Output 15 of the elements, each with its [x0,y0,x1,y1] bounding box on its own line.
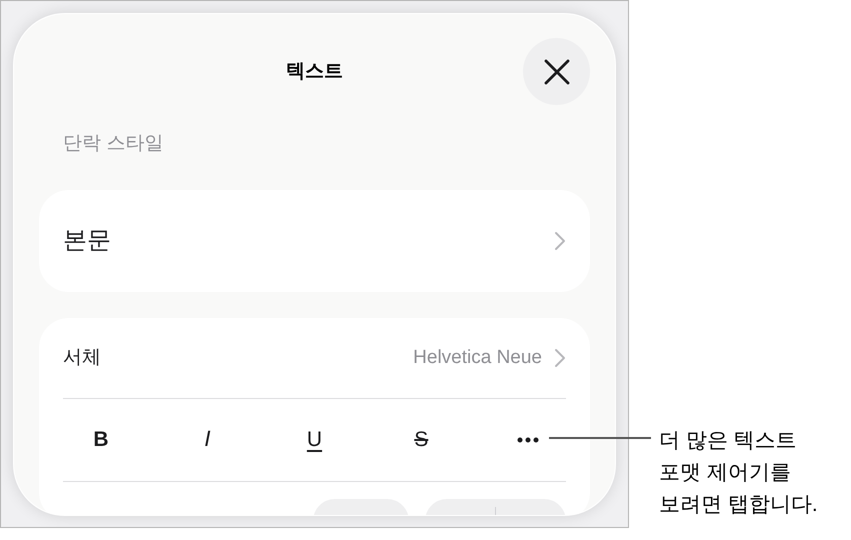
paragraph-style-row[interactable]: 본문 [39,190,590,292]
chevron-icon [554,231,566,251]
section-label: 단락 스타일 [63,132,164,156]
font-row[interactable]: 서체 Helvetica Neue [63,318,566,398]
italic-button[interactable]: I [178,420,238,460]
close-icon [544,58,570,84]
strikethrough-button[interactable]: S [391,420,452,460]
callout-text: 더 많은 텍스트 포맷 제어기를 보려면 탭합니다. [659,428,818,518]
underline-button[interactable]: U [284,420,344,460]
font-label: 서체 [63,346,101,370]
panel-title: 텍스트 [286,60,343,84]
font-value: Helvetica Neue [413,346,542,370]
more-icon [517,437,539,443]
bold-button[interactable]: B [71,420,131,460]
chevron-icon [554,348,566,368]
